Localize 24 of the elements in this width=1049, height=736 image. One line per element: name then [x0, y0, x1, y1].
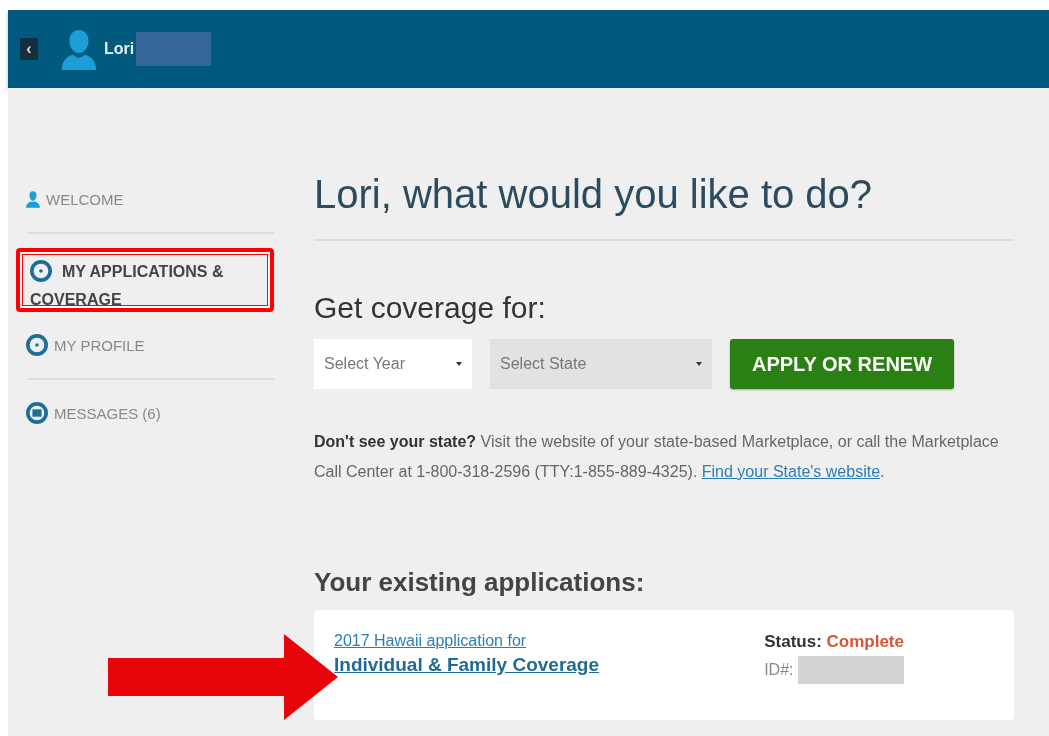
state-select[interactable]: Select State: [490, 339, 712, 389]
caret-icon: [696, 362, 702, 366]
page-title: Lori, what would you like to do?: [314, 172, 874, 217]
user-icon: [60, 28, 98, 70]
section-heading: Get coverage for:: [314, 291, 547, 325]
sidebar-item[interactable]: WELCOME: [26, 180, 274, 218]
mail-icon: [26, 402, 48, 424]
status-text: Status: Complete: [764, 632, 904, 652]
caret-icon: [456, 362, 462, 366]
id-label: ID#:: [764, 661, 794, 679]
back-button[interactable]: ‹: [20, 38, 38, 60]
help-text: Don't see your state? Visit the website of your state-based Marketplace, or call the Marketplace Call Center at 1-800-318-2596 (TTY:1-855-889-4325). Find your State's website.: [314, 432, 1000, 482]
sidebar-item[interactable]: MESSAGES (6): [26, 394, 274, 432]
section-heading: Your existing applications:: [314, 567, 646, 598]
circle-icon: [26, 334, 48, 356]
person-icon: [26, 190, 40, 208]
application-link[interactable]: Individual & Family Coverage: [334, 654, 600, 676]
circle-icon: [30, 260, 52, 282]
user-name: Lori: [104, 40, 135, 58]
application-link[interactable]: 2017 Hawaii application for: [334, 632, 600, 650]
state-website-link[interactable]: Find your State's website: [701, 463, 881, 480]
sidebar-item[interactable]: MY PROFILE: [26, 326, 274, 364]
year-select[interactable]: Select Year: [314, 339, 472, 389]
apply-button[interactable]: APPLY OR RENEW: [730, 339, 955, 389]
